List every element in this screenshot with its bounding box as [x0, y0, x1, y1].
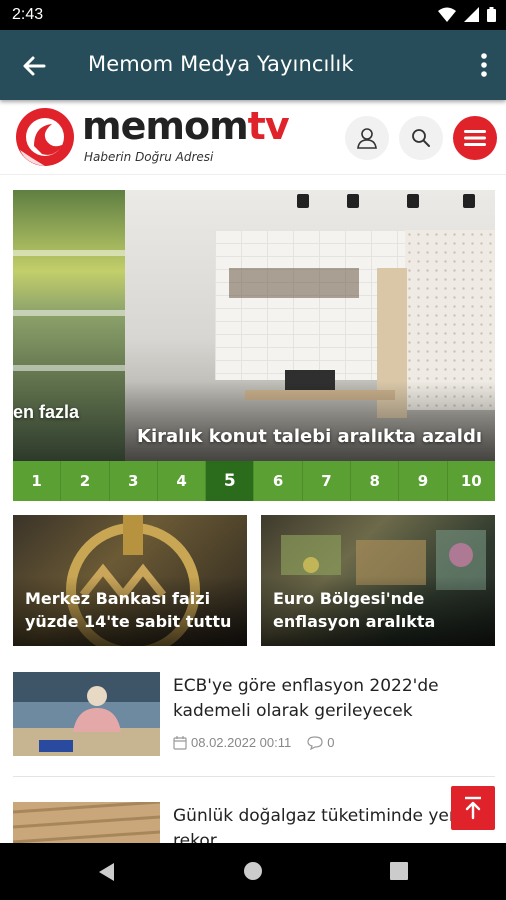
pager-item-6[interactable]: 6	[254, 461, 303, 501]
pager-item-4[interactable]: 4	[157, 461, 207, 501]
pager-item-1[interactable]: 1	[13, 461, 62, 501]
slide-prev-shelf	[13, 250, 125, 256]
back-arrow-icon[interactable]	[20, 52, 48, 80]
pager-item-10[interactable]: 10	[447, 461, 495, 501]
user-account-button[interactable]	[345, 116, 389, 160]
slide-image-lamp	[407, 194, 419, 208]
slide-previous[interactable]: en fazla	[13, 190, 125, 461]
battery-icon	[487, 7, 496, 22]
card-caption-line: Euro Bölgesi'nde	[273, 589, 425, 608]
wifi-icon	[438, 7, 456, 22]
menu-button[interactable]	[453, 116, 497, 160]
news-meta: 08.02.2022 00:11 0	[173, 735, 334, 750]
signal-icon	[464, 7, 479, 22]
slide-image-shelf	[229, 268, 359, 298]
nav-back-icon[interactable]	[96, 861, 116, 883]
slide-prev-caption: en fazla	[13, 402, 80, 422]
site-header: memomtv Haberin Doğru Adresi	[0, 100, 506, 175]
logo-text-main: memom	[82, 104, 249, 148]
more-vert-icon[interactable]	[480, 52, 488, 78]
slide-prev-shelf	[13, 365, 125, 371]
pager-item-8[interactable]: 8	[351, 461, 400, 501]
memomtv-logo-icon[interactable]	[12, 106, 78, 168]
slide-current[interactable]: Kiralık konut talebi aralıkta azaldı	[125, 190, 495, 461]
arrow-up-icon	[465, 796, 481, 820]
news-headline-line: ECB'ye göre enflasyon 2022'de	[173, 676, 439, 696]
nav-recents-icon[interactable]	[390, 862, 408, 880]
system-nav-bar	[0, 843, 506, 900]
logo-text-accent: tv	[247, 104, 290, 148]
news-headline-line: Günlük doğalgaz tüketiminde yeni	[173, 806, 465, 826]
card-caption-line: enflasyon aralıkta	[273, 612, 436, 631]
card-caption: Merkez Bankası faizi yüzde 14'te sabit t…	[25, 587, 231, 633]
logo-wordmark[interactable]: memomtv	[82, 104, 290, 148]
search-button[interactable]	[399, 116, 443, 160]
calendar-icon	[173, 735, 187, 750]
status-icons	[438, 7, 496, 22]
news-date: 08.02.2022 00:11	[191, 735, 292, 750]
news-thumbnail-image	[13, 672, 160, 756]
headline-slider[interactable]: en fazla Kiralık konut talebi aralıkta a…	[13, 190, 495, 461]
slide-image-lamp	[297, 194, 309, 208]
news-headline[interactable]: ECB'ye göre enflasyon 2022'de kademeli o…	[173, 674, 493, 724]
card-caption: Euro Bölgesi'nde enflasyon aralıkta	[273, 587, 435, 633]
list-divider	[13, 776, 495, 777]
app-bar-title: Memom Medya Yayıncılık	[88, 52, 354, 76]
slide-image-lamp	[463, 194, 475, 208]
status-bar: 2:43	[0, 0, 506, 30]
status-time: 2:43	[12, 6, 44, 23]
card-caption-line: Merkez Bankası faizi	[25, 589, 211, 608]
slide-image-lamp	[347, 194, 359, 208]
news-card[interactable]: Merkez Bankası faizi yüzde 14'te sabit t…	[13, 515, 247, 646]
comment-icon	[307, 735, 323, 750]
nav-home-icon[interactable]	[243, 861, 263, 881]
news-headline-line: kademeli olarak gerileyecek	[173, 701, 413, 721]
search-icon	[412, 129, 430, 147]
app-bar: Memom Medya Yayıncılık	[0, 30, 506, 100]
slide-caption: Kiralık konut talebi aralıkta azaldı	[137, 426, 483, 447]
pager-item-7[interactable]: 7	[302, 461, 352, 501]
slider-pager: 1 2 3 4 5 6 7 8 9 10	[13, 461, 495, 501]
pager-item-5-active[interactable]: 5	[206, 461, 255, 501]
user-icon	[357, 128, 377, 149]
logo-tagline: Haberin Doğru Adresi	[84, 150, 214, 164]
slide-prev-shelf	[13, 310, 125, 316]
hamburger-menu-icon	[464, 130, 486, 146]
news-comment-count: 0	[327, 735, 335, 750]
pager-item-9[interactable]: 9	[399, 461, 448, 501]
scroll-to-top-button[interactable]	[451, 786, 495, 830]
pager-item-3[interactable]: 3	[109, 461, 158, 501]
news-card[interactable]: Euro Bölgesi'nde enflasyon aralıkta	[261, 515, 495, 646]
news-thumbnail[interactable]	[13, 672, 160, 756]
card-caption-line: yüzde 14'te sabit tuttu	[25, 612, 232, 631]
pager-item-2[interactable]: 2	[61, 461, 110, 501]
slide-caption-shade	[125, 381, 495, 461]
